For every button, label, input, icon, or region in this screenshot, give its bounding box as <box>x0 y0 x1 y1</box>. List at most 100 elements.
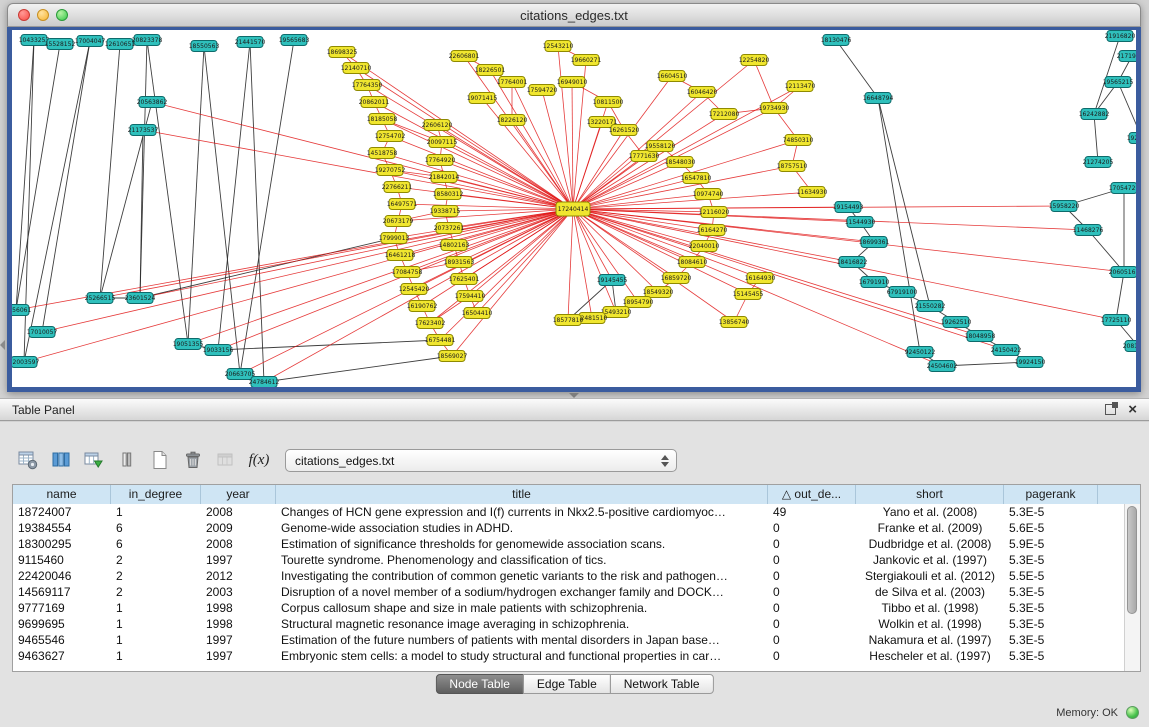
graph-node[interactable]: 19924150 <box>1015 357 1046 368</box>
graph-node[interactable]: 24504602 <box>927 361 958 372</box>
graph-node[interactable]: 16504410 <box>462 308 493 319</box>
graph-node[interactable]: 18549320 <box>643 287 674 298</box>
import-table-icon[interactable] <box>214 448 238 472</box>
graph-node[interactable]: 21842014 <box>429 172 460 183</box>
tab-network-table[interactable]: Network Table <box>610 674 714 694</box>
graph-node[interactable]: 18548030 <box>665 157 696 168</box>
graph-node[interactable]: 15958220 <box>1049 201 1080 212</box>
graph-node[interactable]: 92450122 <box>905 347 936 358</box>
graph-node[interactable]: 16547810 <box>681 173 712 184</box>
graph-node[interactable]: 21719100 <box>1117 51 1136 62</box>
graph-node[interactable]: 21274205 <box>1083 157 1114 168</box>
graph-node[interactable]: 18699361 <box>859 237 890 248</box>
graph-node[interactable]: 18550563 <box>189 41 220 52</box>
graph-node[interactable]: 14802163 <box>439 240 470 251</box>
graph-node[interactable]: 20673179 <box>383 216 414 227</box>
column-header-pagerank[interactable]: pagerank <box>1004 485 1098 504</box>
graph-node[interactable]: 74850310 <box>783 135 814 146</box>
column-header-short[interactable]: short <box>856 485 1004 504</box>
graph-node[interactable]: 18185058 <box>367 114 398 125</box>
table-row[interactable]: 2242004622012Investigating the contribut… <box>13 568 1125 584</box>
graph-node[interactable]: 19565683 <box>279 35 310 46</box>
graph-node[interactable]: 17240414 <box>556 202 590 216</box>
graph-node[interactable]: 18226501 <box>475 65 506 76</box>
graph-node[interactable]: 17999013 <box>379 233 410 244</box>
graph-node[interactable]: 17764001 <box>497 77 528 88</box>
graph-node[interactable]: 22606801 <box>449 51 480 62</box>
graph-node[interactable]: 12116020 <box>699 207 730 218</box>
graph-node[interactable]: 16046420 <box>687 87 718 98</box>
graph-node[interactable]: 17594410 <box>455 291 486 302</box>
graph-node[interactable]: 18226120 <box>497 115 528 126</box>
graph-node[interactable]: 10974740 <box>693 189 724 200</box>
graph-node[interactable]: 17623402 <box>415 318 446 329</box>
graph-node[interactable]: 22040010 <box>689 241 720 252</box>
table-row[interactable]: 1872400712008Changes of HCN gene express… <box>13 504 1125 520</box>
vertical-scrollbar[interactable] <box>1124 504 1140 671</box>
graph-node[interactable]: 16791910 <box>859 277 890 288</box>
graph-node[interactable]: 24150422 <box>991 345 1022 356</box>
table-row[interactable]: 1938455462009Genome-wide association stu… <box>13 520 1125 536</box>
rows-icon[interactable] <box>115 448 139 472</box>
tab-node-table[interactable]: Node Table <box>435 674 524 694</box>
table-row[interactable]: 1456911722003Disruption of a novel membe… <box>13 584 1125 600</box>
graph-node[interactable]: 21916820 <box>1105 31 1136 42</box>
graph-node[interactable]: 16461218 <box>385 250 416 261</box>
graph-node[interactable]: 13856740 <box>719 317 750 328</box>
graph-node[interactable]: 16754481 <box>425 335 456 346</box>
float-panel-icon[interactable] <box>1105 404 1116 415</box>
graph-node[interactable]: 19338715 <box>430 206 461 217</box>
graph-node[interactable]: 21173537 <box>128 125 159 136</box>
table-row[interactable]: 977716911998Corpus callosum shape and si… <box>13 600 1125 616</box>
column-header-out-degree[interactable]: △ out_de... <box>768 485 856 504</box>
graph-node[interactable]: 12113470 <box>785 81 816 92</box>
delete-trash-icon[interactable] <box>181 448 205 472</box>
graph-node[interactable]: 11634930 <box>797 187 828 198</box>
graph-node[interactable]: 21550282 <box>915 301 946 312</box>
graph-node[interactable]: 23601524 <box>125 293 156 304</box>
graph-node[interactable]: 19270752 <box>375 165 406 176</box>
table-row[interactable]: 969969511998Structural magnetic resonanc… <box>13 616 1125 632</box>
graph-node[interactable]: 16497571 <box>387 199 418 210</box>
graph-node[interactable]: 24784612 <box>249 377 280 388</box>
graph-node[interactable]: 17010057 <box>27 327 58 338</box>
column-header-in-degree[interactable]: in_degree <box>111 485 201 504</box>
graph-node[interactable]: 19145455 <box>597 275 628 286</box>
graph-node[interactable]: 14518758 <box>367 148 398 159</box>
graph-node[interactable]: 17725110 <box>1101 315 1132 326</box>
graph-node[interactable]: 17764920 <box>425 155 456 166</box>
graph-node[interactable]: 18580312 <box>433 189 464 200</box>
graph-node[interactable]: 17084758 <box>392 267 423 278</box>
graph-node[interactable]: 16164930 <box>745 273 776 284</box>
graph-node[interactable]: 19660271 <box>571 55 602 66</box>
graph-node[interactable]: 19734930 <box>759 103 790 114</box>
graph-node[interactable]: 12140710 <box>341 63 372 74</box>
table-row[interactable]: 946554611997Estimation of the future num… <box>13 632 1125 648</box>
graph-node[interactable]: 12254820 <box>739 55 770 66</box>
graph-node[interactable]: 16949010 <box>557 77 588 88</box>
graph-node[interactable]: 18569027 <box>437 351 468 362</box>
graph-node[interactable]: 18416822 <box>837 257 868 268</box>
panel-collapse-arrow-icon[interactable] <box>0 340 5 350</box>
window-titlebar[interactable]: citations_edges.txt <box>7 3 1141 27</box>
graph-node[interactable]: 16242882 <box>1079 109 1110 120</box>
graph-node[interactable]: 17594720 <box>527 85 558 96</box>
graph-node[interactable]: 20605163 <box>1109 267 1136 278</box>
graph-node[interactable]: 22003597 <box>12 357 39 368</box>
graph-node[interactable]: 20813035 <box>1123 341 1136 352</box>
graph-node[interactable]: 18048958 <box>965 331 996 342</box>
table-mode-icon[interactable] <box>16 448 40 472</box>
new-document-icon[interactable] <box>148 448 172 472</box>
graph-node[interactable]: 19272102 <box>1127 133 1136 144</box>
function-builder-icon[interactable]: f(x) <box>247 448 271 472</box>
graph-node[interactable]: 18577810 <box>553 315 584 326</box>
graph-node[interactable]: 67919100 <box>887 287 918 298</box>
graph-node[interactable]: 19071415 <box>467 93 498 104</box>
table-row[interactable]: 911546021997Tourette syndrome. Phenomeno… <box>13 552 1125 568</box>
show-columns-icon[interactable] <box>49 448 73 472</box>
graph-node[interactable]: 20737261 <box>434 223 465 234</box>
graph-node[interactable]: 22606120 <box>422 120 453 131</box>
graph-node[interactable]: 25056061 <box>12 305 31 316</box>
graph-node[interactable]: 22766211 <box>382 182 413 193</box>
graph-node[interactable]: 16604510 <box>657 71 688 82</box>
